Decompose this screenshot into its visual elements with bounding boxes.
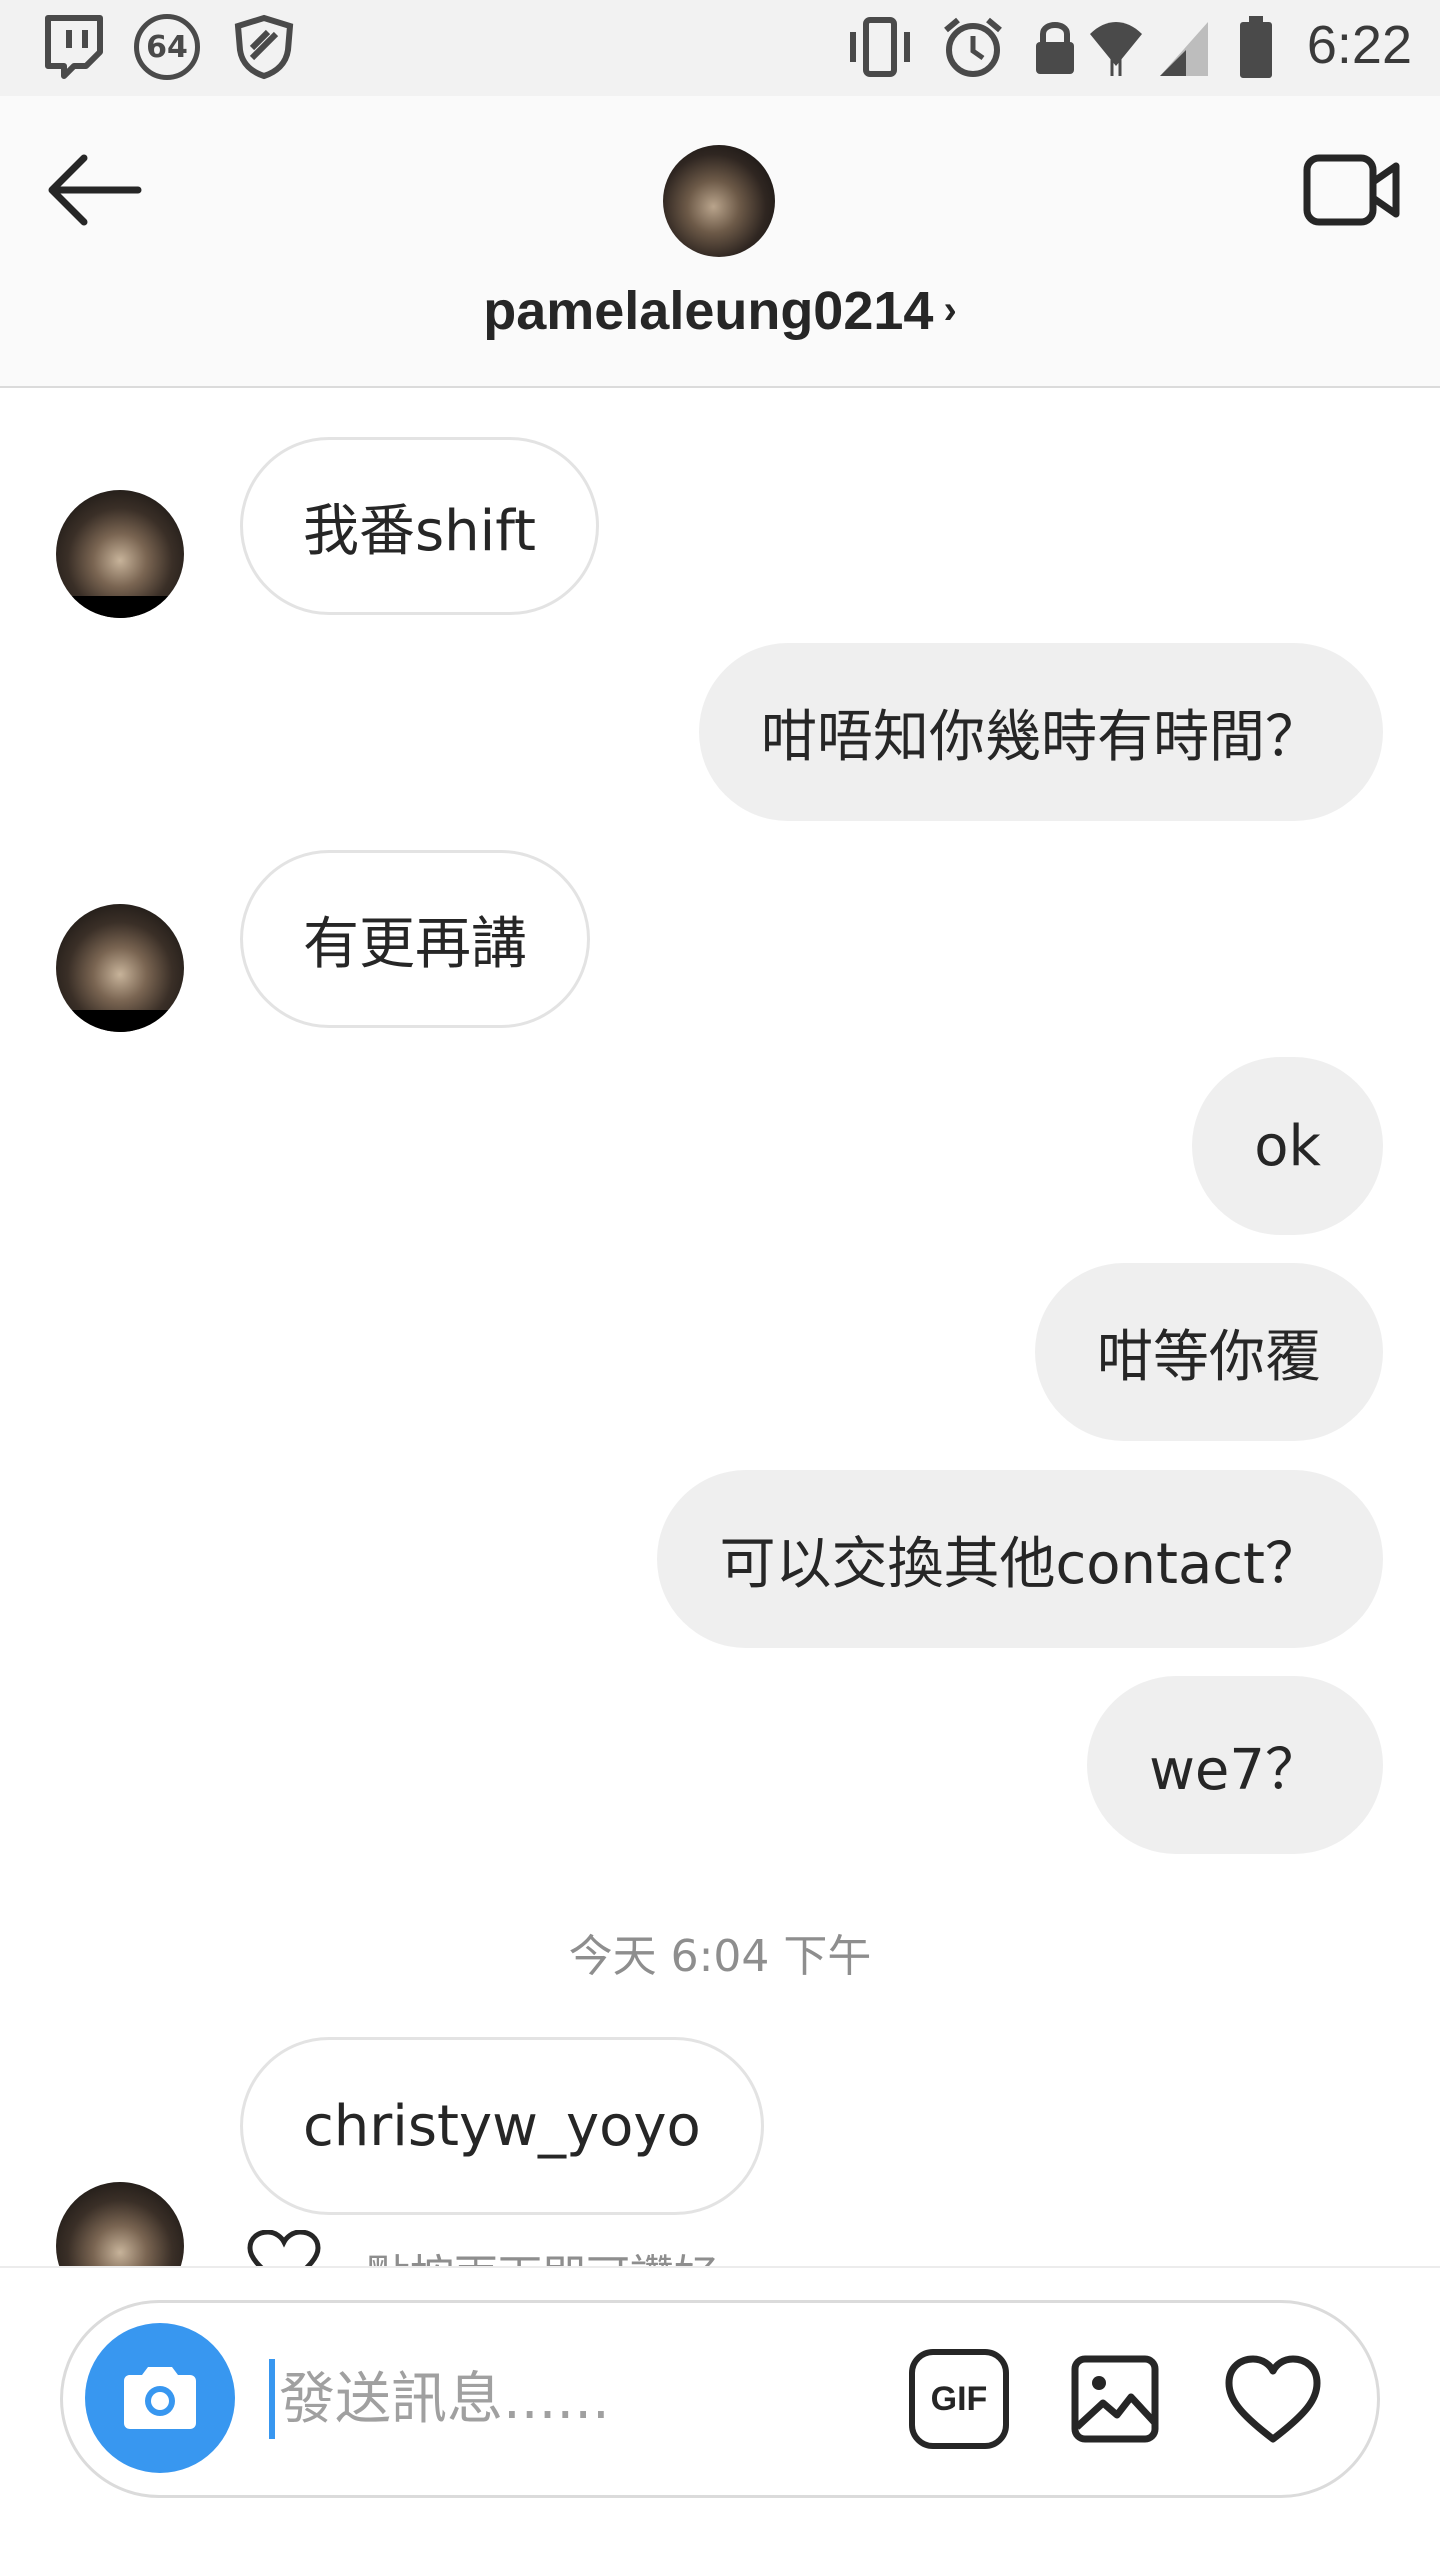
header-avatar[interactable] — [663, 145, 775, 257]
status-bar: 64 6:22 — [0, 0, 1440, 96]
gif-icon: GIF — [930, 2379, 988, 2418]
camera-button[interactable] — [85, 2323, 235, 2473]
video-call-icon[interactable] — [1302, 150, 1402, 230]
status-time: 6:22 — [1306, 15, 1412, 75]
notification-count: 64 — [146, 29, 188, 65]
sender-avatar[interactable] — [56, 490, 184, 618]
gif-button[interactable]: GIF — [909, 2349, 1009, 2449]
message-incoming[interactable]: christyw_yoyo — [240, 2037, 764, 2215]
sender-avatar[interactable] — [56, 904, 184, 1032]
message-outgoing[interactable]: 咁唔知你幾時有時間？ — [699, 643, 1383, 821]
message-input[interactable] — [277, 2343, 921, 2455]
message-outgoing[interactable]: 可以交換其他contact？ — [657, 1470, 1383, 1648]
message-incoming[interactable]: 我番shift — [240, 437, 599, 615]
chevron-right-icon: › — [943, 288, 957, 332]
message-outgoing[interactable]: 咁等你覆 — [1035, 1263, 1383, 1441]
like-hint: 點按兩下即可讚好 — [244, 2230, 718, 2270]
header-username[interactable]: pamelaleung0214 › — [0, 280, 1440, 342]
message-outgoing[interactable]: we7？ — [1087, 1676, 1383, 1854]
gallery-icon[interactable] — [1069, 2349, 1161, 2449]
wifi-icon — [1090, 22, 1142, 76]
username-text: pamelaleung0214 — [483, 281, 934, 341]
back-arrow-icon[interactable] — [44, 150, 144, 230]
message-composer: GIF — [60, 2300, 1380, 2498]
camera-icon — [124, 2367, 196, 2429]
battery-icon — [1240, 16, 1272, 78]
vibrate-icon — [850, 17, 910, 77]
heart-icon[interactable] — [1223, 2349, 1323, 2449]
message-outgoing[interactable]: ok — [1192, 1057, 1383, 1235]
lock-icon — [1036, 22, 1074, 74]
message-timestamp: 今天 6:04 下午 — [568, 1931, 872, 1982]
notification-count-icon: 64 — [134, 14, 200, 80]
signal-icon — [1160, 22, 1208, 76]
heart-outline-icon[interactable] — [244, 2230, 324, 2270]
shield-icon — [234, 14, 294, 80]
message-incoming[interactable]: 有更再講 — [240, 850, 590, 1028]
twitch-icon — [45, 15, 103, 79]
text-caret — [269, 2359, 275, 2439]
alarm-icon — [944, 17, 1002, 77]
